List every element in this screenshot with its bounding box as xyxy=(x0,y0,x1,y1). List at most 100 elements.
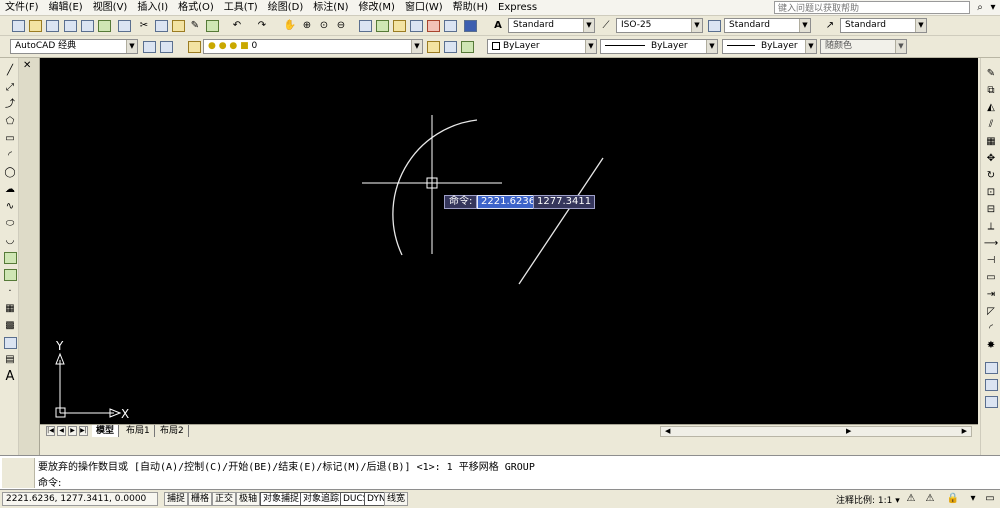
construction-line-icon[interactable]: ⤢ xyxy=(2,80,18,96)
circle-icon[interactable]: ◯ xyxy=(2,165,18,181)
multiline-text-icon[interactable]: A xyxy=(2,369,18,385)
polyline-icon[interactable]: ⤴ xyxy=(2,97,18,113)
array-icon[interactable]: ▦ xyxy=(983,134,999,150)
polar-toggle[interactable]: 极轴 xyxy=(236,492,261,506)
menu-insert[interactable]: 插入(I) xyxy=(132,1,173,15)
markup-icon[interactable] xyxy=(425,18,441,34)
tab-first-icon[interactable]: |◀ xyxy=(46,426,55,436)
lineweight-toggle[interactable]: 线宽 xyxy=(384,492,409,506)
design-center-icon[interactable] xyxy=(374,18,390,34)
revision-cloud-icon[interactable]: ☁ xyxy=(2,182,18,198)
close-icon[interactable]: ✕ xyxy=(23,60,31,71)
extend-icon[interactable]: ⟶ xyxy=(983,236,999,252)
table-icon[interactable]: ▤ xyxy=(2,352,18,368)
clean-screen-icon[interactable]: ▭ xyxy=(982,491,998,507)
text-style-combo[interactable]: Standard ▼ xyxy=(508,18,595,33)
workspace-settings-icon[interactable] xyxy=(141,39,157,55)
polygon-icon[interactable]: ⬠ xyxy=(2,114,18,130)
fillet-icon[interactable]: ◜ xyxy=(983,321,999,337)
drawing-svg[interactable]: Y X xyxy=(40,58,978,424)
insert-block-icon[interactable] xyxy=(2,250,18,266)
menu-window[interactable]: 窗口(W) xyxy=(400,1,448,15)
dimension-style-icon[interactable]: ⟋ xyxy=(598,18,614,34)
send-to-back-icon[interactable] xyxy=(983,394,999,410)
paste-icon[interactable] xyxy=(170,18,186,34)
table-style-combo[interactable]: Standard ▼ xyxy=(724,18,811,33)
layer-previous-icon[interactable] xyxy=(442,39,458,55)
tab-last-icon[interactable]: ▶| xyxy=(79,426,88,436)
gradient-icon[interactable]: ▩ xyxy=(2,318,18,334)
command-prompt[interactable]: 命令: xyxy=(38,474,61,489)
menu-modify[interactable]: 修改(M) xyxy=(354,1,400,15)
search-icon[interactable]: ⌕ xyxy=(973,0,987,15)
print-preview-icon[interactable] xyxy=(79,18,95,34)
tool-palettes-icon[interactable] xyxy=(391,18,407,34)
menu-draw[interactable]: 绘图(D) xyxy=(263,1,309,15)
offset-icon[interactable]: ⫽ xyxy=(983,117,999,133)
block-editor-icon[interactable] xyxy=(204,18,220,34)
dimension-style-combo[interactable]: ISO-25 ▼ xyxy=(616,18,703,33)
linetype-combo[interactable]: ByLayer ▼ xyxy=(600,39,718,54)
grid-toggle[interactable]: 栅格 xyxy=(188,492,213,506)
3d-dwf-icon[interactable] xyxy=(116,18,132,34)
redo-icon[interactable]: ↷ xyxy=(254,18,270,34)
rectangle-icon[interactable]: ▭ xyxy=(2,131,18,147)
join-icon[interactable]: ⇥ xyxy=(983,287,999,303)
layer-combo[interactable]: ● ● ● ■ 0 ▼ xyxy=(203,39,423,54)
annotation-scale[interactable]: 注释比例: 1:1 ▾ xyxy=(836,493,900,506)
command-window-grip[interactable] xyxy=(2,458,35,488)
open-folder-icon[interactable] xyxy=(27,18,43,34)
calculator-icon[interactable] xyxy=(442,18,458,34)
dynamic-input-x-field[interactable]: 2221.6236 xyxy=(477,195,540,209)
tab-model[interactable]: 模型 xyxy=(92,425,120,437)
copy-object-icon[interactable]: ⧉ xyxy=(983,83,999,99)
break-at-point-icon[interactable]: ⊣ xyxy=(983,253,999,269)
layer-state-icon[interactable] xyxy=(459,39,475,55)
make-current-layer-icon[interactable] xyxy=(425,39,441,55)
workspace-combo[interactable]: AutoCAD 经典 ▼ xyxy=(10,39,138,54)
sheet-set-icon[interactable] xyxy=(408,18,424,34)
lineweight-combo[interactable]: ByLayer ▼ xyxy=(722,39,817,54)
make-block-icon[interactable] xyxy=(2,267,18,283)
ellipse-icon[interactable]: ⬭ xyxy=(2,216,18,232)
line-entity[interactable] xyxy=(518,157,604,285)
color-combo[interactable]: ByLayer ▼ xyxy=(487,39,597,54)
menu-tools[interactable]: 工具(T) xyxy=(219,1,263,15)
dynamic-input-y-field[interactable]: 1277.3411 xyxy=(533,195,596,209)
menu-file[interactable]: 文件(F) xyxy=(0,1,44,15)
tab-previous-icon[interactable]: ◀ xyxy=(57,426,66,436)
hatch-icon[interactable]: ▦ xyxy=(2,301,18,317)
mirror-icon[interactable]: ◭ xyxy=(983,100,999,116)
erase-icon[interactable]: ✎ xyxy=(983,66,999,82)
zoom-window-icon[interactable]: ⊙ xyxy=(316,18,332,34)
new-file-icon[interactable] xyxy=(10,18,26,34)
text-style-icon[interactable]: A xyxy=(490,18,506,34)
arc-icon[interactable]: ◜ xyxy=(2,148,18,164)
dropdown-arrow-icon[interactable]: ▾ xyxy=(986,0,1000,15)
break-icon[interactable]: ▭ xyxy=(983,270,999,286)
chamfer-icon[interactable]: ◸ xyxy=(983,304,999,320)
plot-style-combo[interactable]: 随颜色 ▼ xyxy=(820,39,907,54)
tab-next-icon[interactable]: ▶ xyxy=(68,426,77,436)
move-icon[interactable]: ✥ xyxy=(983,151,999,167)
print-icon[interactable] xyxy=(62,18,78,34)
status-menu-icon[interactable]: ▾ xyxy=(965,491,981,507)
scroll-right-icon[interactable]: ▶ xyxy=(962,427,967,436)
rotate-icon[interactable]: ↻ xyxy=(983,168,999,184)
otrack-toggle[interactable]: 对象追踪 xyxy=(300,492,343,506)
region-icon[interactable] xyxy=(2,335,18,351)
drawing-canvas[interactable]: Y X 命令: 2221.6236 1277.3411 xyxy=(40,58,978,424)
ellipse-arc-icon[interactable]: ◡ xyxy=(2,233,18,249)
draw-order-icon[interactable] xyxy=(983,360,999,376)
annotation-visibility-icon[interactable]: ⚠ xyxy=(903,491,919,507)
zoom-realtime-icon[interactable]: ⊕ xyxy=(299,18,315,34)
lock-icon[interactable]: 🔒 xyxy=(945,491,961,507)
properties-icon[interactable] xyxy=(357,18,373,34)
osnap-toggle[interactable]: 对象捕捉 xyxy=(260,492,303,506)
menu-format[interactable]: 格式(O) xyxy=(173,1,219,15)
copy-icon[interactable] xyxy=(153,18,169,34)
zoom-previous-icon[interactable]: ⊖ xyxy=(333,18,349,34)
tab-layout1[interactable]: 布局1 xyxy=(122,425,155,437)
tab-layout2[interactable]: 布局2 xyxy=(156,425,189,437)
pan-icon[interactable]: ✋ xyxy=(282,18,298,34)
